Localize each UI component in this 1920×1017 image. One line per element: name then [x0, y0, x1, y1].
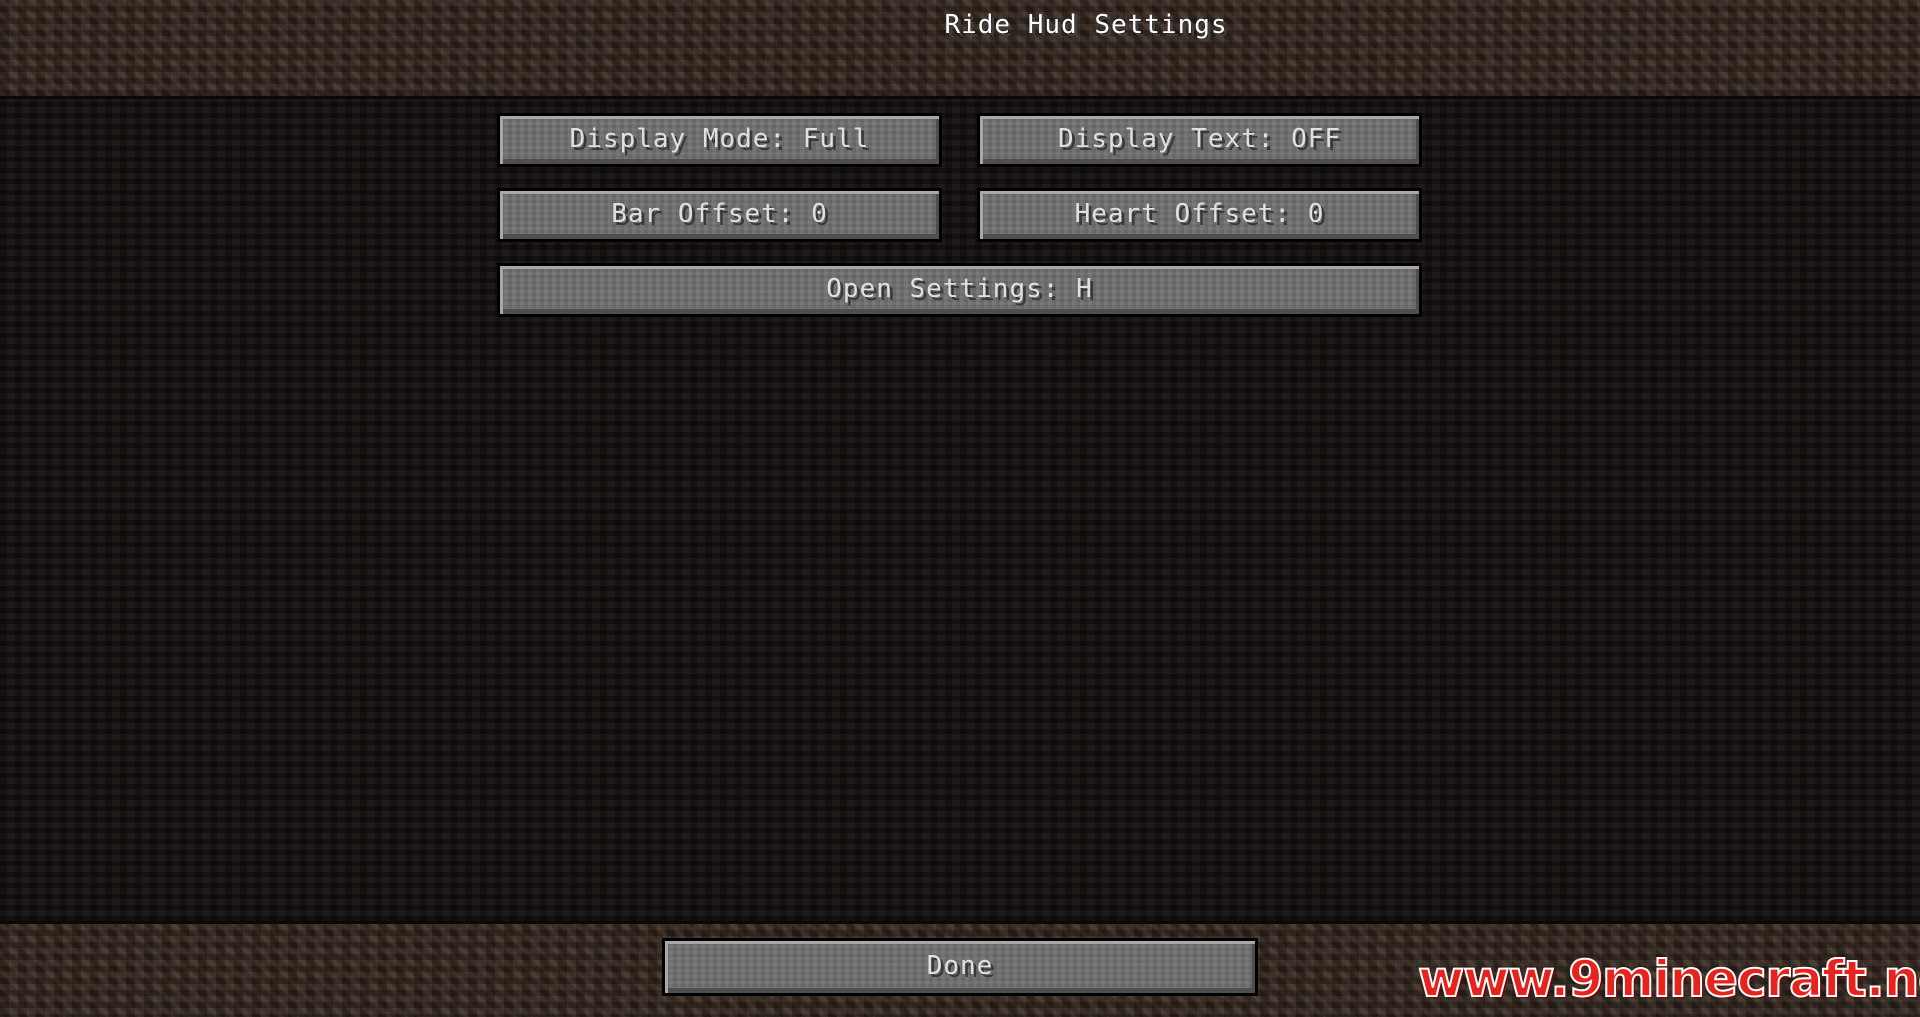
display-mode-button[interactable]: Display Mode: Full: [497, 113, 942, 167]
open-settings-keybind-button[interactable]: Open Settings: H: [497, 263, 1422, 317]
done-button[interactable]: Done: [662, 938, 1258, 996]
page-title: Ride Hud Settings: [944, 10, 1228, 40]
bar-offset-button[interactable]: Bar Offset: 0: [497, 188, 942, 242]
watermark-logo: www.9minecraft.net: [1417, 949, 1920, 1009]
display-text-button[interactable]: Display Text: OFF: [977, 113, 1422, 167]
options-list-area: [0, 99, 1920, 921]
heart-offset-button[interactable]: Heart Offset: 0: [977, 188, 1422, 242]
settings-screen: Ride Hud Settings Display Mode: Full Dis…: [0, 0, 1920, 1017]
